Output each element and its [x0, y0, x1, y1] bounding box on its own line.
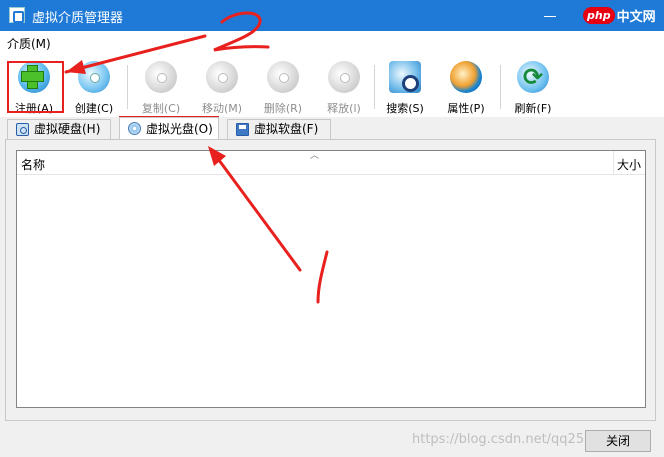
watermark-brand: php [583, 6, 615, 24]
menu-bar: 介质(M) [0, 31, 664, 53]
create-disk-icon [78, 61, 110, 93]
watermark-text: 中文网 [616, 9, 656, 25]
refresh-button[interactable]: 刷新(F) [505, 61, 561, 115]
release-button[interactable]: 释放(l) [316, 61, 372, 115]
tab-hard-disks-label: 虚拟硬盘(H) [34, 122, 101, 136]
delete-button[interactable]: 删除(R) [255, 61, 311, 115]
properties-label: 属性(P) [447, 102, 485, 115]
close-button[interactable]: 关闭 [585, 430, 651, 452]
copy-disk-icon [145, 61, 177, 93]
move-disk-icon [206, 61, 238, 93]
media-list[interactable]: ︿ 名称 大小 [16, 150, 646, 408]
search-label: 搜索(S) [386, 102, 424, 115]
delete-disk-icon [267, 61, 299, 93]
release-label: 释放(l) [327, 102, 361, 115]
toolbar-separator [374, 65, 375, 109]
release-disk-icon [328, 61, 360, 93]
properties-button[interactable]: 属性(P) [438, 61, 494, 115]
toolbar: 注册(A) 创建(C) 复制(C) 移动(M) 删除(R) 释放(l) 搜索(S… [0, 53, 664, 117]
column-name-header[interactable]: 名称 [21, 156, 45, 173]
highlight-register [7, 61, 64, 113]
tab-hard-disks[interactable]: 虚拟硬盘(H) [7, 119, 111, 139]
search-button[interactable]: 搜索(S) [377, 61, 433, 115]
tab-optical-disks[interactable]: 虚拟光盘(O) [119, 117, 219, 139]
tab-floppy-disks[interactable]: 虚拟软盘(F) [227, 119, 331, 139]
list-header: ︿ 名称 大小 [17, 151, 645, 175]
title-bar: 虚拟介质管理器 php 中文网 [0, 0, 664, 31]
app-icon [9, 7, 25, 23]
toolbar-separator [500, 65, 501, 109]
search-icon [389, 61, 421, 93]
menu-media[interactable]: 介质(M) [7, 35, 51, 52]
move-label: 移动(M) [201, 102, 243, 115]
minimize-button[interactable] [540, 8, 562, 24]
tab-panel: ︿ 名称 大小 [5, 139, 656, 421]
floppy-disk-icon [236, 123, 249, 136]
refresh-icon [517, 61, 549, 93]
copy-label: 复制(C) [141, 102, 181, 115]
sort-indicator-icon: ︿ [310, 151, 320, 161]
blog-watermark: https://blog.csdn.net/qq252... [412, 432, 605, 447]
move-button[interactable]: 移动(M) [194, 61, 250, 115]
column-size-header[interactable]: 大小 [617, 156, 641, 173]
tab-optical-disks-label: 虚拟光盘(O) [146, 122, 213, 136]
dialog-footer: https://blog.csdn.net/qq252... 关闭 [0, 421, 664, 457]
optical-disk-icon [128, 122, 141, 135]
media-tabs: 虚拟硬盘(H) 虚拟光盘(O) 虚拟软盘(F) [0, 117, 664, 139]
refresh-label: 刷新(F) [514, 102, 552, 115]
properties-icon [450, 61, 482, 93]
toolbar-separator [127, 65, 128, 109]
create-label: 创建(C) [74, 102, 114, 115]
hard-disk-icon [16, 123, 29, 136]
column-divider[interactable] [613, 151, 614, 175]
create-button[interactable]: 创建(C) [66, 61, 122, 115]
copy-button[interactable]: 复制(C) [133, 61, 189, 115]
window-title: 虚拟介质管理器 [32, 11, 124, 26]
delete-label: 删除(R) [263, 102, 303, 115]
site-watermark: php 中文网 [583, 4, 656, 26]
tab-floppy-disks-label: 虚拟软盘(F) [254, 122, 319, 136]
